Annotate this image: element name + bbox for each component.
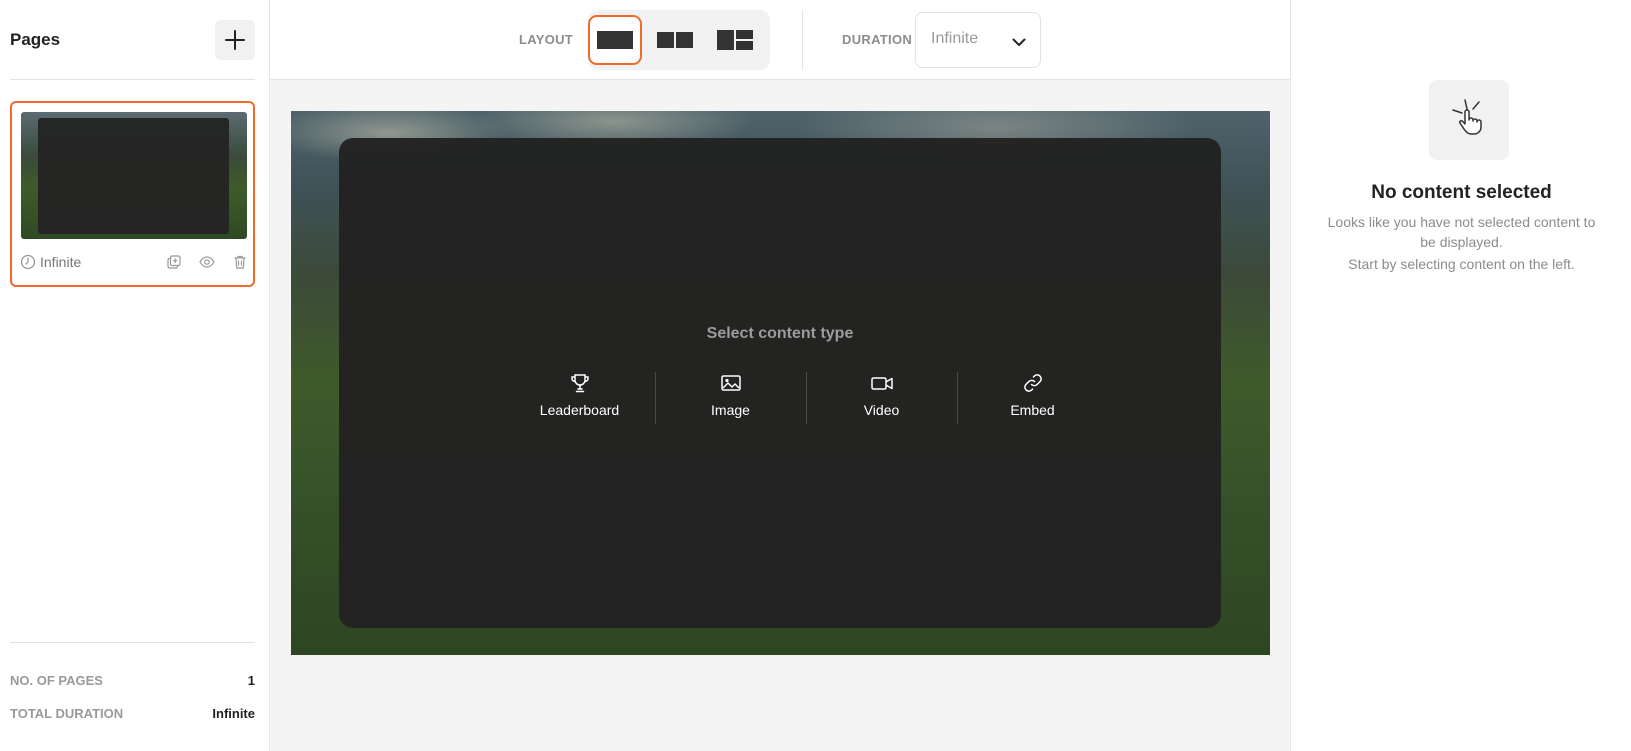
sidebar-stats: NO. OF PAGES 1 TOTAL DURATION Infinite [10,642,255,721]
pages-sidebar: Pages Infinite NO. OF PAGES 1 TOTAL DURA… [0,0,270,751]
empty-state-description: Looks like you have not selected content… [1327,214,1596,250]
page-duration: Infinite [40,254,82,270]
content-type-label: Video [863,402,900,418]
layout-split-icon [717,30,753,50]
duplicate-icon[interactable] [166,254,182,270]
editor-toolbar: LAYOUT DURATION Infinite [270,0,1290,80]
properties-panel: No content selected Looks like you have … [1290,0,1631,751]
content-type-label: Leaderboard [539,402,620,418]
layout-label: LAYOUT [519,32,574,47]
content-type-label: Embed [1010,402,1055,418]
content-type-video[interactable]: Video [806,372,957,424]
pages-count-row: NO. OF PAGES 1 [10,673,255,688]
content-placeholder: Select content type Leaderboard Image Vi… [339,138,1221,628]
empty-state-hint: Start by selecting content on the left. [1348,256,1575,272]
layout-single-button[interactable] [588,15,642,65]
add-page-button[interactable] [215,20,255,60]
page-card[interactable]: Infinite [10,101,255,287]
trophy-icon [570,374,589,393]
link-icon [1023,374,1042,392]
content-type-prompt: Select content type [706,325,854,342]
total-duration-label: TOTAL DURATION [10,706,124,721]
empty-state-icon-box [1429,80,1509,160]
total-duration-value: Infinite [212,706,255,721]
page-card-footer: Infinite [20,251,248,273]
duration-select[interactable]: Infinite [915,12,1041,68]
pages-count-value: 1 [247,673,255,688]
layout-two-column-icon [657,32,693,48]
duration-label: DURATION [842,32,913,47]
duration-select-value: Infinite [931,30,979,47]
timer-icon [20,254,36,270]
page-preview-canvas: Select content type Leaderboard Image Vi… [291,111,1270,655]
sidebar-header: Pages [10,20,255,80]
page-actions [166,254,248,270]
layout-two-column-button[interactable] [648,15,702,65]
content-type-label: Image [711,402,750,418]
content-type-image[interactable]: Image [655,372,806,424]
pages-count-label: NO. OF PAGES [10,673,103,688]
video-icon [870,377,893,390]
content-type-leaderboard[interactable]: Leaderboard [504,372,655,424]
chevron-down-icon [1012,38,1026,46]
eye-icon[interactable] [199,254,215,270]
plus-icon [225,30,245,50]
trash-icon[interactable] [232,254,248,270]
thumbnail-overlay [38,118,229,234]
toolbar-divider [802,10,803,70]
content-type-options: Leaderboard Image Video Embed [504,372,1108,424]
content-type-embed[interactable]: Embed [957,372,1108,424]
layout-selector [588,10,770,70]
sidebar-title: Pages [10,30,61,49]
layout-single-icon [597,31,633,49]
page-thumbnail[interactable] [21,112,247,239]
layout-split-button[interactable] [708,15,762,65]
image-icon [720,375,741,391]
pointer-click-icon [1452,99,1482,135]
total-duration-row: TOTAL DURATION Infinite [10,706,255,721]
empty-state-title: No content selected [1371,182,1552,203]
